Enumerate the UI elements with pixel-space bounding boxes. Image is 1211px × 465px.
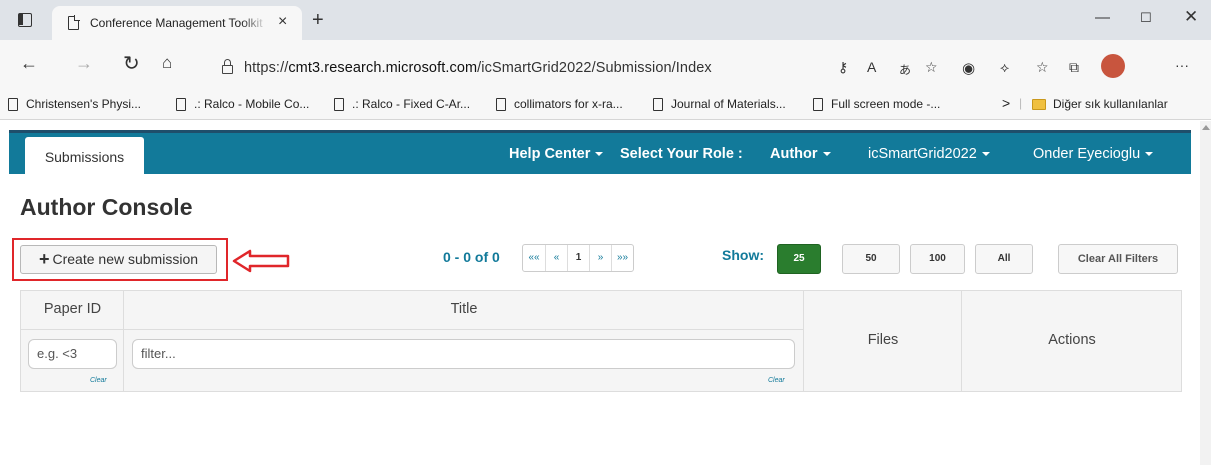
clear-all-filters-button[interactable]: Clear All Filters xyxy=(1058,244,1178,274)
user-menu[interactable]: Onder Eyecioglu xyxy=(1033,146,1154,162)
pagination: «« « 1 » »» xyxy=(522,244,634,272)
bookmark-item[interactable]: Christensen's Physi... xyxy=(8,97,141,111)
title-header[interactable]: Title xyxy=(124,301,804,317)
url-text: https://cmt3.research.microsoft.com/icSm… xyxy=(244,60,712,76)
tab-submissions[interactable]: Submissions xyxy=(25,137,144,177)
page-content: Submissions Help Center Select Your Role… xyxy=(0,121,1200,465)
puzzle-icon[interactable]: ⟡ xyxy=(1000,59,1009,76)
bookmark-item[interactable]: collimators for x-ra... xyxy=(496,97,623,111)
favorites-icon[interactable]: ☆ xyxy=(1036,59,1049,76)
page-icon xyxy=(334,97,344,111)
page-size-50-button[interactable]: 50 xyxy=(842,244,900,274)
app-navbar: Submissions Help Center Select Your Role… xyxy=(9,130,1191,177)
page-icon xyxy=(8,97,18,111)
conference-menu[interactable]: icSmartGrid2022 xyxy=(868,146,990,162)
other-bookmarks[interactable]: Diğer sık kullanılanlar xyxy=(1032,97,1168,111)
tab-actions-icon[interactable] xyxy=(18,13,32,27)
favorite-add-icon[interactable]: ☆ xyxy=(925,59,938,76)
new-tab-button[interactable]: + xyxy=(312,9,324,32)
paper-id-header[interactable]: Paper ID xyxy=(21,301,124,317)
folder-icon xyxy=(1032,98,1046,110)
page-scrollbar[interactable] xyxy=(1200,121,1211,465)
profile-avatar[interactable] xyxy=(1101,54,1125,78)
bookmark-item[interactable]: Journal of Materials... xyxy=(653,97,786,111)
page-icon xyxy=(813,97,823,111)
key-icon[interactable]: ⚷ xyxy=(838,59,848,76)
translate-icon[interactable]: あ xyxy=(899,61,911,78)
submissions-table: Paper ID Title Files Actions e.g. <3 Cle… xyxy=(20,290,1182,392)
files-header: Files xyxy=(867,332,899,348)
show-label: Show: xyxy=(722,247,764,263)
more-menu-icon[interactable]: ··· xyxy=(1175,57,1189,73)
bookmarks-bar: Christensen's Physi... .: Ralco - Mobile… xyxy=(0,90,1211,120)
collections-icon[interactable]: ⧉ xyxy=(1069,59,1079,76)
next-page-button[interactable]: » xyxy=(589,245,611,271)
extension-icon[interactable]: ◉ xyxy=(962,59,975,77)
header-separator xyxy=(21,329,804,330)
last-page-button[interactable]: »» xyxy=(611,245,633,271)
reload-icon[interactable]: ↻ xyxy=(123,51,140,76)
browser-tab[interactable]: Conference Management Toolkit × xyxy=(52,6,302,40)
tab-title: Conference Management Toolkit xyxy=(90,16,263,30)
caret-down-icon xyxy=(822,152,831,157)
first-page-button[interactable]: «« xyxy=(523,245,545,271)
bookmarks-divider: | xyxy=(1019,96,1023,110)
red-arrow-icon xyxy=(232,249,290,273)
select-role-label: Select Your Role : xyxy=(620,146,743,162)
window-close-icon[interactable]: ✕ xyxy=(1184,7,1198,27)
read-aloud-icon[interactable]: A xyxy=(867,59,876,75)
page-icon xyxy=(176,97,186,111)
maximize-icon[interactable]: ☐ xyxy=(1140,10,1152,26)
paper-id-filter-input[interactable]: e.g. <3 xyxy=(28,339,117,369)
plus-icon: + xyxy=(38,249,50,269)
browser-tab-bar: Conference Management Toolkit × + — ☐ ✕ xyxy=(0,0,1211,40)
page-size-all-button[interactable]: All xyxy=(975,244,1033,274)
create-new-submission-button[interactable]: + Create new submission xyxy=(20,245,217,274)
tab-close-icon[interactable]: × xyxy=(278,13,287,31)
page-title: Author Console xyxy=(20,194,193,220)
scroll-up-arrow-icon[interactable] xyxy=(1202,125,1210,130)
url-field[interactable]: https://cmt3.research.microsoft.com/icSm… xyxy=(200,53,940,83)
lock-icon[interactable] xyxy=(222,59,233,74)
home-icon[interactable]: ⌂ xyxy=(162,53,172,73)
back-arrow-icon[interactable]: ← xyxy=(20,53,38,74)
title-filter-input[interactable]: filter... xyxy=(132,339,795,369)
title-clear-link[interactable]: Clear xyxy=(768,377,785,384)
page-size-100-button[interactable]: 100 xyxy=(910,244,965,274)
caret-down-icon xyxy=(595,152,604,157)
actions-header: Actions xyxy=(1048,332,1096,348)
bookmark-item[interactable]: .: Ralco - Fixed C-Ar... xyxy=(334,97,470,111)
current-page-button[interactable]: 1 xyxy=(567,245,589,271)
bookmark-item[interactable]: Full screen mode -... xyxy=(813,97,940,111)
bookmarks-overflow-chevron-icon[interactable]: > xyxy=(1002,95,1010,111)
caret-down-icon xyxy=(1145,152,1154,157)
page-icon xyxy=(653,97,663,111)
pager-count: 0 - 0 of 0 xyxy=(443,249,500,265)
page-icon xyxy=(496,97,506,111)
minimize-icon[interactable]: — xyxy=(1095,9,1110,26)
help-center-menu[interactable]: Help Center xyxy=(509,146,604,162)
bookmark-item[interactable]: .: Ralco - Mobile Co... xyxy=(176,97,309,111)
prev-page-button[interactable]: « xyxy=(545,245,567,271)
forward-arrow-icon[interactable]: → xyxy=(75,53,93,74)
page-size-25-button[interactable]: 25 xyxy=(777,244,821,274)
paper-id-clear-link[interactable]: Clear xyxy=(90,377,107,384)
caret-down-icon xyxy=(981,152,990,157)
page-icon xyxy=(68,15,80,30)
role-menu[interactable]: Author xyxy=(770,146,831,162)
